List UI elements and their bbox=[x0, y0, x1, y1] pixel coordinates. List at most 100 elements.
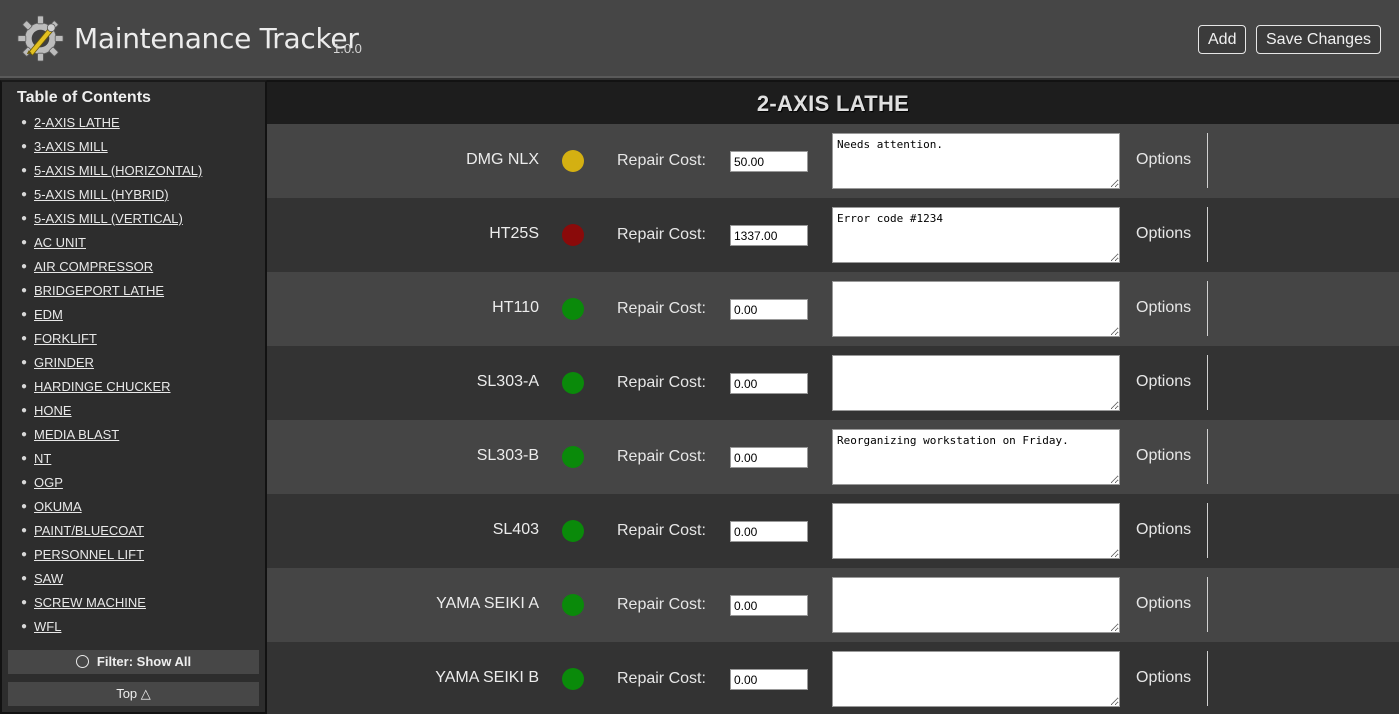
toc-link[interactable]: PERSONNEL LIFT bbox=[34, 546, 144, 564]
toc-link[interactable]: EDM bbox=[34, 306, 63, 324]
toc-link[interactable]: AC UNIT bbox=[34, 234, 86, 252]
machine-row: SL403 Repair Cost: Options bbox=[267, 494, 1399, 568]
notes-textarea[interactable]: Needs attention. bbox=[832, 133, 1120, 189]
bullet-icon: ● bbox=[21, 381, 28, 392]
bullet-icon: ● bbox=[21, 285, 28, 296]
bullet-icon: ● bbox=[21, 189, 28, 200]
options-button[interactable]: Options bbox=[1136, 447, 1191, 465]
bullet-icon: ● bbox=[21, 117, 28, 128]
notes-textarea[interactable] bbox=[832, 503, 1120, 559]
repair-cost-input[interactable] bbox=[730, 151, 808, 172]
toc-link[interactable]: 3-AXIS MILL bbox=[34, 138, 108, 156]
toc-link[interactable]: AIR COMPRESSOR bbox=[34, 258, 153, 276]
machine-row: SL303-A Repair Cost: Options bbox=[267, 346, 1399, 420]
divider bbox=[1207, 133, 1208, 188]
bullet-icon: ● bbox=[21, 453, 28, 464]
toc-item: ● 5-AXIS MILL (HYBRID) bbox=[21, 186, 202, 210]
toc-link[interactable]: BRIDGEPORT LATHE bbox=[34, 282, 164, 300]
repair-cost-label: Repair Cost: bbox=[617, 300, 706, 317]
toc-item: ● HARDINGE CHUCKER bbox=[21, 378, 202, 402]
toc-item: ● AC UNIT bbox=[21, 234, 202, 258]
divider bbox=[1207, 281, 1208, 336]
toc-link[interactable]: OGP bbox=[34, 474, 63, 492]
add-button[interactable]: Add bbox=[1198, 25, 1247, 54]
toc-list: ● 2-AXIS LATHE ● 3-AXIS MILL ● 5-AXIS MILL … bbox=[21, 114, 202, 642]
notes-textarea[interactable] bbox=[832, 355, 1120, 411]
toc-link[interactable]: GRINDER bbox=[34, 354, 94, 372]
repair-cost-input[interactable] bbox=[730, 225, 808, 246]
toc-link[interactable]: SAW bbox=[34, 570, 63, 588]
toc-item: ● WFL bbox=[21, 618, 202, 642]
bullet-icon: ● bbox=[21, 621, 28, 632]
status-indicator-icon bbox=[562, 446, 584, 468]
bullet-icon: ● bbox=[21, 237, 28, 248]
options-button[interactable]: Options bbox=[1136, 669, 1191, 687]
machine-name: HT110 bbox=[492, 299, 539, 316]
toc-link[interactable]: HONE bbox=[34, 402, 72, 420]
toc-link[interactable]: PAINT/BLUECOAT bbox=[34, 522, 144, 540]
toc-item: ● OGP bbox=[21, 474, 202, 498]
repair-cost-label: Repair Cost: bbox=[617, 226, 706, 243]
divider bbox=[1207, 577, 1208, 632]
toc-link[interactable]: 2-AXIS LATHE bbox=[34, 114, 120, 132]
toc-link[interactable]: NT bbox=[34, 450, 51, 468]
repair-cost-input[interactable] bbox=[730, 669, 808, 690]
toc-item: ● NT bbox=[21, 450, 202, 474]
bullet-icon: ● bbox=[21, 261, 28, 272]
divider bbox=[1207, 651, 1208, 706]
notes-textarea[interactable]: Reorganizing workstation on Friday. bbox=[832, 429, 1120, 485]
machine-name: SL403 bbox=[492, 521, 539, 538]
repair-cost-label: Repair Cost: bbox=[617, 596, 706, 613]
repair-cost-label: Repair Cost: bbox=[617, 152, 706, 169]
options-button[interactable]: Options bbox=[1136, 521, 1191, 539]
filter-label: Filter: Show All bbox=[96, 654, 192, 669]
status-indicator-icon bbox=[562, 372, 584, 394]
filter-button[interactable]: Filter: Show All bbox=[8, 650, 259, 674]
options-button[interactable]: Options bbox=[1136, 595, 1191, 613]
repair-cost-label: Repair Cost: bbox=[617, 374, 706, 391]
notes-textarea[interactable] bbox=[832, 577, 1120, 633]
repair-cost-input[interactable] bbox=[730, 521, 808, 542]
bullet-icon: ● bbox=[21, 573, 28, 584]
repair-cost-input[interactable] bbox=[730, 595, 808, 616]
toc-link[interactable]: 5-AXIS MILL (VERTICAL) bbox=[34, 210, 183, 228]
status-indicator-icon bbox=[562, 150, 584, 172]
toc-link[interactable]: HARDINGE CHUCKER bbox=[34, 378, 171, 396]
options-button[interactable]: Options bbox=[1136, 225, 1191, 243]
toc-link[interactable]: MEDIA BLAST bbox=[34, 426, 119, 444]
repair-cost-input[interactable] bbox=[730, 447, 808, 468]
save-changes-button[interactable]: Save Changes bbox=[1256, 25, 1381, 54]
machine-row: DMG NLX Repair Cost: Needs attention. Op… bbox=[267, 124, 1399, 198]
toc-link[interactable]: 5-AXIS MILL (HORIZONTAL) bbox=[34, 162, 202, 180]
notes-textarea[interactable] bbox=[832, 651, 1120, 707]
toc-link[interactable]: 5-AXIS MILL (HYBRID) bbox=[34, 186, 169, 204]
status-indicator-icon bbox=[562, 520, 584, 542]
repair-cost-input[interactable] bbox=[730, 299, 808, 320]
options-button[interactable]: Options bbox=[1136, 373, 1191, 391]
notes-textarea[interactable] bbox=[832, 281, 1120, 337]
bullet-icon: ● bbox=[21, 429, 28, 440]
options-button[interactable]: Options bbox=[1136, 299, 1191, 317]
top-button[interactable]: Top △ bbox=[8, 682, 259, 706]
bullet-icon: ● bbox=[21, 213, 28, 224]
notes-textarea[interactable]: Error code #1234 bbox=[832, 207, 1120, 263]
toc-link[interactable]: SCREW MACHINE bbox=[34, 594, 146, 612]
machine-row: HT25S Repair Cost: Error code #1234 Opti… bbox=[267, 198, 1399, 272]
bullet-icon: ● bbox=[21, 477, 28, 488]
app-header: Maintenance Tracker 1.0.0 Add Save Chang… bbox=[0, 0, 1399, 78]
bullet-icon: ● bbox=[21, 549, 28, 560]
machine-name: DMG NLX bbox=[466, 151, 539, 168]
divider bbox=[1207, 355, 1208, 410]
toc-link[interactable]: WFL bbox=[34, 618, 61, 636]
toc-item: ● SAW bbox=[21, 570, 202, 594]
toc-link[interactable]: FORKLIFT bbox=[34, 330, 97, 348]
repair-cost-label: Repair Cost: bbox=[617, 448, 706, 465]
options-button[interactable]: Options bbox=[1136, 151, 1191, 169]
bullet-icon: ● bbox=[21, 405, 28, 416]
status-indicator-icon bbox=[562, 668, 584, 690]
machine-name: SL303-A bbox=[476, 373, 539, 390]
circle-icon bbox=[75, 655, 89, 668]
toc-item: ● MEDIA BLAST bbox=[21, 426, 202, 450]
toc-link[interactable]: OKUMA bbox=[34, 498, 82, 516]
repair-cost-input[interactable] bbox=[730, 373, 808, 394]
